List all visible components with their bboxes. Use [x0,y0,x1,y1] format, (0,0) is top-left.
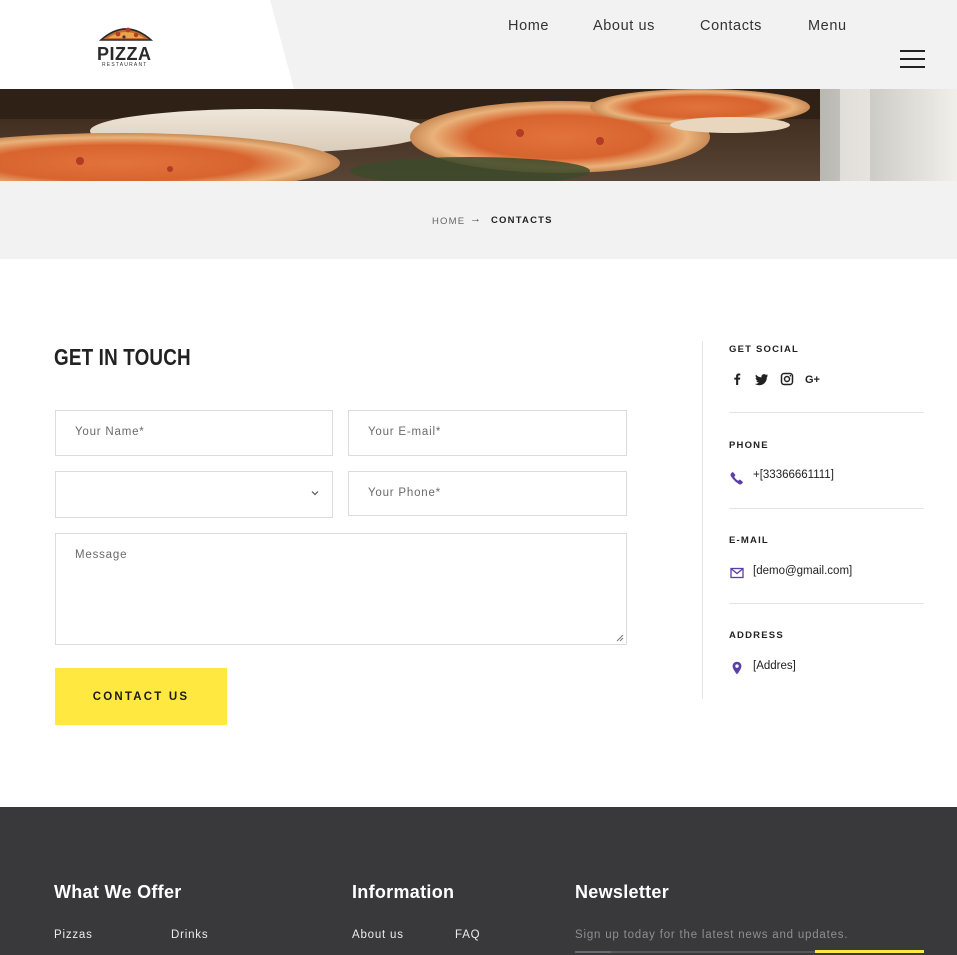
logo-tagline: RESTAURANT [102,62,148,68]
nav-item-home[interactable]: Home [508,18,549,34]
phone-icon [730,472,743,485]
subject-select[interactable] [55,471,333,518]
message-field[interactable]: Message [55,533,627,645]
svg-text:G+: G+ [805,374,820,386]
hamburger-menu-icon[interactable] [900,50,925,68]
breadcrumb-home-link[interactable]: HOME [432,216,465,227]
nav-item-menu[interactable]: Menu [808,18,847,34]
name-placeholder: Your Name* [75,426,145,438]
email-placeholder: Your E-mail* [368,426,442,438]
sidebar-divider [702,341,703,699]
chevron-down-icon [311,491,319,496]
nav-item-contacts[interactable]: Contacts [700,18,762,34]
section-title: GET IN TOUCH [54,344,191,370]
footer-link-about-us[interactable]: About us [352,929,404,941]
sidebar-separator [729,412,924,413]
footer-what-we-offer-title: What We Offer [54,882,182,902]
resize-handle-icon[interactable] [616,634,624,642]
site-header: PIZZA RESTAURANT Home About us Contacts … [0,0,957,89]
envelope-icon [730,567,744,579]
map-pin-icon [732,661,742,675]
nav-item-about[interactable]: About us [593,18,655,34]
arrow-right-icon: → [470,213,481,225]
google-plus-icon[interactable]: G+ [805,372,821,386]
contact-us-button[interactable]: CONTACT US [55,668,227,725]
hero-pizza-image [0,89,957,181]
sidebar-separator [729,508,924,509]
address-value: [Addres] [753,660,796,672]
message-placeholder: Message [75,549,128,561]
footer-link-drinks[interactable]: Drinks [171,929,208,941]
footer-newsletter-title: Newsletter [575,882,670,902]
breadcrumb-current: CONTACTS [491,215,553,226]
phone-heading: PHONE [729,440,769,451]
get-social-heading: GET SOCIAL [729,344,800,355]
newsletter-input-focus-bar [575,951,611,953]
contacts-page: PIZZA RESTAURANT Home About us Contacts … [0,0,957,955]
footer-information-title: Information [352,882,455,902]
email-heading: E-MAIL [729,535,769,546]
newsletter-description: Sign up today for the latest news and up… [575,929,849,941]
twitter-icon[interactable] [755,372,769,386]
email-field[interactable]: Your E-mail* [348,410,627,456]
instagram-icon[interactable] [780,372,794,386]
email-value[interactable]: [demo@gmail.com] [753,565,852,577]
name-field[interactable]: Your Name* [55,410,333,456]
footer-link-pizzas[interactable]: Pizzas [54,929,93,941]
footer-link-faq[interactable]: FAQ [455,929,480,941]
phone-placeholder: Your Phone* [368,487,441,499]
facebook-icon[interactable] [730,372,744,386]
phone-field[interactable]: Your Phone* [348,471,627,516]
main-nav: Home About us Contacts Menu [0,18,957,38]
newsletter-subscribe-button[interactable] [815,950,924,953]
phone-value[interactable]: +[33366661111] [753,469,834,481]
sidebar-separator [729,603,924,604]
address-heading: ADDRESS [729,630,784,641]
